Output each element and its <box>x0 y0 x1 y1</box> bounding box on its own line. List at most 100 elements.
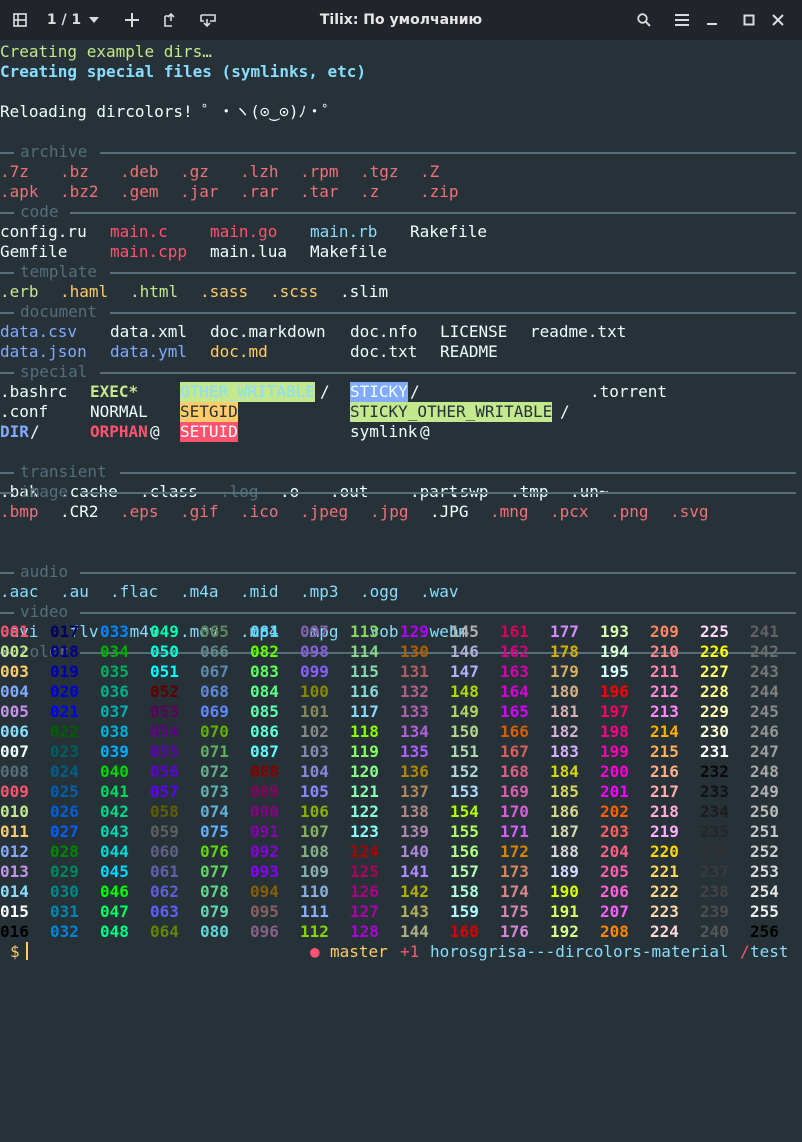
section-header-video: video <box>0 602 802 622</box>
listing-row: .bashrc EXEC* OTHER_WRITABLE / STICKY / .torre… <box>0 382 802 402</box>
color-swatch: 100 <box>300 682 329 701</box>
session-switcher[interactable]: 1 / 1 <box>40 0 106 40</box>
file-entry: Rakefile <box>410 222 488 241</box>
color-swatch: 053 <box>150 702 179 721</box>
terminal-pane[interactable]: Creating example dirs… Creating special … <box>0 40 802 976</box>
file-entry: .rpm <box>300 162 339 181</box>
color-swatch: 072 <box>200 762 229 781</box>
maximize-icon <box>743 14 755 26</box>
cwd-separator: / <box>740 942 750 961</box>
color-swatch: 229 <box>700 702 729 721</box>
color-swatch: 151 <box>450 742 479 761</box>
output-line-reloading: Reloading dircolors! ゜・ヽ(⊙‿⊙)ﾉ・゜ <box>0 102 339 121</box>
add-terminal-button[interactable] <box>120 0 144 40</box>
color-swatch: 041 <box>100 782 129 801</box>
color-swatch: 073 <box>200 782 229 801</box>
prompt-line[interactable]: $ ● master +1 horosgrisa---dircolors-mat… <box>0 942 802 962</box>
color-swatch: 255 <box>750 902 779 921</box>
color-swatch: 068 <box>200 682 229 701</box>
close-button[interactable] <box>766 0 790 40</box>
color-swatch: 078 <box>200 882 229 901</box>
cwd-path: horosgrisa---dircolors-material <box>430 942 729 961</box>
section-label: code <box>20 202 59 221</box>
terminal-menu-button[interactable] <box>8 0 32 40</box>
color-swatch: 246 <box>750 722 779 741</box>
color-swatch: 083 <box>250 662 279 681</box>
listing-row: DIR / ORPHAN @ SETUID symlink @ <box>0 422 802 442</box>
color-swatch: 049 <box>150 622 179 641</box>
grid-menu-icon <box>13 13 27 27</box>
color-swatch: 094 <box>250 882 279 901</box>
listing-row: config.ru main.c main.go main.rb Rakefile <box>0 222 802 242</box>
color-swatch: 043 <box>100 822 129 841</box>
section-rule <box>120 472 796 474</box>
color-swatch: 128 <box>350 922 379 941</box>
color-swatch: 154 <box>450 802 479 821</box>
file-entry: .erb <box>0 282 39 301</box>
color-swatch: 002 <box>0 642 29 661</box>
color-swatch: 003 <box>0 662 29 681</box>
section-label: special <box>20 362 88 381</box>
color-swatch: 182 <box>550 722 579 741</box>
color-swatch: 007 <box>0 742 29 761</box>
file-entry: .jpg <box>370 502 409 521</box>
color-swatch: 166 <box>500 722 529 741</box>
color-swatch: 209 <box>650 622 679 641</box>
color-swatch: 066 <box>200 642 229 661</box>
more-menu-button[interactable] <box>670 0 694 40</box>
color-swatch: 018 <box>50 642 79 661</box>
file-entry: config.ru <box>0 222 87 241</box>
file-entry: .mid <box>240 582 279 601</box>
color-swatch: 242 <box>750 642 779 661</box>
minimize-icon <box>706 14 718 26</box>
color-swatch: 215 <box>650 742 679 761</box>
color-swatch: 135 <box>400 742 429 761</box>
section-header-template: template <box>0 262 802 282</box>
color-swatch: 013 <box>0 862 29 881</box>
color-swatch: 159 <box>450 902 479 921</box>
color-swatch: 226 <box>700 642 729 661</box>
color-swatch: 192 <box>550 922 579 941</box>
color-swatch: 221 <box>650 862 679 881</box>
color-swatch: 069 <box>200 702 229 721</box>
color-swatch: 160 <box>450 922 479 941</box>
file-entry: .z <box>360 182 380 201</box>
color-swatch: 200 <box>600 762 629 781</box>
color-swatch: 189 <box>550 862 579 881</box>
color-swatch: 137 <box>400 782 429 801</box>
color-swatch: 156 <box>450 842 479 861</box>
split-down-button[interactable] <box>196 0 220 40</box>
color-swatch: 056 <box>150 762 179 781</box>
color-swatch: 052 <box>150 682 179 701</box>
file-entry: .tar <box>300 182 339 201</box>
color-swatch: 103 <box>300 742 329 761</box>
color-swatch: 046 <box>100 882 129 901</box>
color-swatch: 126 <box>350 882 379 901</box>
file-entry: .Z <box>420 162 440 181</box>
split-down-icon <box>200 13 216 27</box>
minimize-button[interactable] <box>700 0 724 40</box>
color-swatch: 064 <box>150 922 179 941</box>
file-entry: .conf <box>0 402 49 421</box>
color-swatch: 132 <box>400 682 429 701</box>
color-swatch: 155 <box>450 822 479 841</box>
file-entry: symlink <box>350 422 418 441</box>
file-entry: .lzh <box>240 162 279 181</box>
color-swatch: 247 <box>750 742 779 761</box>
color-swatch: 074 <box>200 802 229 821</box>
section-rule <box>110 312 796 314</box>
file-entry: Gemfile <box>0 242 68 261</box>
find-button[interactable] <box>632 0 656 40</box>
split-right-button[interactable] <box>158 0 182 40</box>
color-swatch: 080 <box>200 922 229 941</box>
color-swatch: 238 <box>700 882 729 901</box>
color-swatch: 162 <box>500 642 529 661</box>
color-swatch: 091 <box>250 822 279 841</box>
menu-icon <box>675 14 689 26</box>
maximize-button[interactable] <box>737 0 761 40</box>
color-swatch: 012 <box>0 842 29 861</box>
color-swatch: 040 <box>100 762 129 781</box>
color-swatch: 168 <box>500 762 529 781</box>
color-swatch: 061 <box>150 862 179 881</box>
color-swatch: 045 <box>100 862 129 881</box>
